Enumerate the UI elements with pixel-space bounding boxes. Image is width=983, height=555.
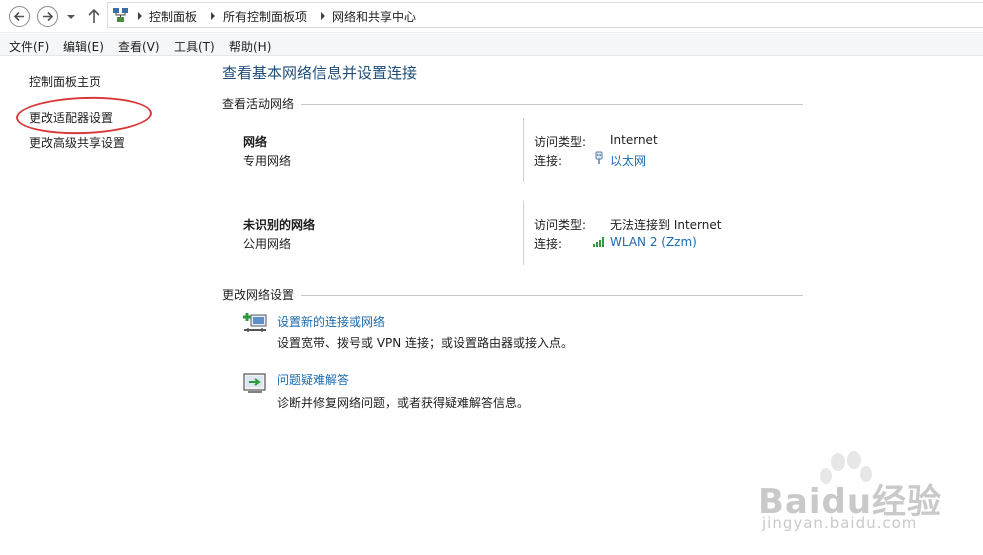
network-type[interactable]: 公用网络: [243, 235, 291, 252]
divider: [523, 201, 524, 265]
menu-view[interactable]: 查看(V): [118, 38, 160, 55]
access-type-label: 访问类型:: [534, 218, 587, 232]
watermark-url: jingyan.baidu.com: [762, 514, 918, 532]
section-heading-change-settings: 更改网络设置: [222, 288, 295, 302]
breadcrumb-item[interactable]: 所有控制面板项: [223, 8, 307, 25]
wifi-signal-icon: [593, 237, 604, 247]
chevron-right-icon: [138, 12, 142, 20]
breadcrumb-item[interactable]: 网络和共享中心: [332, 8, 416, 25]
setup-connection-description: 设置宽带、拨号或 VPN 连接；或设置路由器或接入点。: [277, 336, 574, 350]
new-connection-icon: [243, 313, 267, 332]
chevron-right-icon: [211, 12, 215, 20]
troubleshoot-link[interactable]: 问题疑难解答: [277, 371, 349, 388]
back-button[interactable]: [9, 6, 30, 27]
divider: [301, 295, 803, 296]
ethernet-icon: [595, 151, 603, 164]
access-type-value: 无法连接到 Internet: [610, 218, 722, 232]
breadcrumb-item[interactable]: 控制面板: [149, 8, 197, 25]
network-type[interactable]: 专用网络: [243, 152, 291, 169]
breadcrumb[interactable]: 控制面板 所有控制面板项 网络和共享中心: [107, 2, 983, 28]
connection-link-ethernet[interactable]: 以太网: [610, 152, 646, 169]
network-center-icon: [113, 8, 128, 22]
connection-link-wlan[interactable]: WLAN 2 (Zzm): [610, 235, 697, 249]
sidebar-link-home[interactable]: 控制面板主页: [29, 73, 101, 90]
page-title: 查看基本网络信息并设置连接: [222, 64, 418, 82]
menu-tools[interactable]: 工具(T): [174, 38, 215, 55]
troubleshoot-icon: [243, 373, 266, 393]
divider: [301, 104, 803, 105]
connection-label: 连接:: [534, 154, 563, 168]
access-type-label: 访问类型:: [534, 135, 587, 149]
forward-button[interactable]: [37, 6, 58, 27]
network-name: 未识别的网络: [243, 218, 316, 232]
setup-connection-link[interactable]: 设置新的连接或网络: [277, 313, 385, 330]
access-type-value: Internet: [610, 133, 658, 147]
forward-arrow-icon: [43, 11, 54, 22]
chevron-right-icon: [321, 12, 325, 20]
section-heading-active-networks: 查看活动网络: [222, 97, 295, 111]
connection-label: 连接:: [534, 237, 563, 251]
address-bar: 控制面板 所有控制面板项 网络和共享中心: [0, 0, 983, 33]
troubleshoot-description: 诊断并修复网络问题，或者获得疑难解答信息。: [277, 396, 530, 410]
back-arrow-icon: [13, 11, 24, 22]
menu-edit[interactable]: 编辑(E): [63, 38, 104, 55]
divider: [523, 118, 524, 182]
highlight-annotation: [15, 94, 153, 137]
sidebar-link-sharing-settings[interactable]: 更改高级共享设置: [29, 134, 125, 151]
menu-file[interactable]: 文件(F): [9, 38, 49, 55]
network-name: 网络: [243, 135, 268, 149]
up-arrow-icon[interactable]: [86, 7, 102, 25]
menu-help[interactable]: 帮助(H): [229, 38, 271, 55]
recent-pages-dropdown-icon[interactable]: [66, 12, 76, 22]
menu-bar: 文件(F) 编辑(E) 查看(V) 工具(T) 帮助(H): [0, 34, 983, 56]
